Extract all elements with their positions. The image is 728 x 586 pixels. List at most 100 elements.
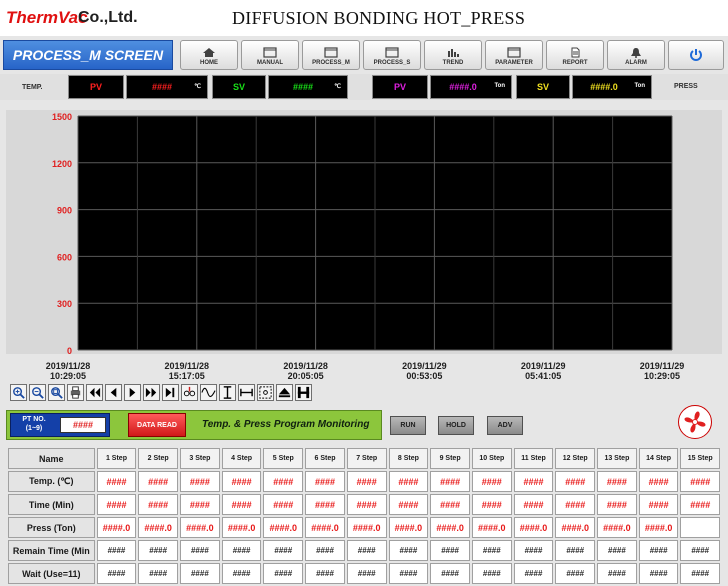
table-cell[interactable]: #### [513, 540, 554, 561]
run-button[interactable]: RUN [390, 416, 426, 435]
table-cell[interactable]: ####.0 [138, 517, 179, 538]
table-cell[interactable]: #### [388, 494, 429, 515]
nav-manual-button[interactable]: MANUAL [241, 40, 299, 70]
table-cell[interactable]: #### [263, 540, 304, 561]
table-cell[interactable]: #### [555, 471, 596, 492]
table-cell[interactable]: #### [96, 494, 137, 515]
table-cell[interactable]: #### [138, 494, 179, 515]
table-cell[interactable]: #### [180, 563, 220, 584]
toolbar-button-10[interactable] [200, 384, 217, 401]
table-cell[interactable]: #### [180, 471, 220, 492]
table-cell[interactable]: #### [430, 471, 470, 492]
toolbar-button-9[interactable] [181, 384, 198, 401]
toolbar-button-3[interactable] [67, 384, 84, 401]
table-cell[interactable]: ####.0 [388, 517, 429, 538]
table-cell[interactable]: ####.0 [597, 517, 637, 538]
nav-report-button[interactable]: REPORT [546, 40, 604, 70]
table-cell[interactable]: #### [221, 563, 262, 584]
table-cell[interactable]: #### [680, 563, 720, 584]
table-cell[interactable]: #### [597, 471, 637, 492]
table-cell[interactable]: #### [555, 540, 596, 561]
table-cell[interactable]: #### [180, 494, 220, 515]
table-cell[interactable]: #### [221, 471, 262, 492]
toolbar-button-6[interactable] [124, 384, 141, 401]
adv-button[interactable]: ADV [487, 416, 523, 435]
table-cell[interactable]: #### [138, 563, 179, 584]
table-cell[interactable]: #### [388, 540, 429, 561]
table-cell[interactable]: #### [180, 540, 220, 561]
table-cell[interactable]: #### [471, 563, 512, 584]
toolbar-button-4[interactable] [86, 384, 103, 401]
table-cell[interactable]: #### [96, 471, 137, 492]
table-cell[interactable]: #### [346, 494, 387, 515]
table-cell[interactable]: ####.0 [305, 517, 345, 538]
table-cell[interactable]: #### [597, 540, 637, 561]
toolbar-button-1[interactable] [29, 384, 46, 401]
table-cell[interactable]: #### [221, 494, 262, 515]
table-cell[interactable]: ####.0 [180, 517, 220, 538]
toolbar-button-15[interactable] [295, 384, 312, 401]
nav-home-button[interactable]: HOME [180, 40, 238, 70]
toolbar-button-11[interactable] [219, 384, 236, 401]
table-cell[interactable]: #### [346, 471, 387, 492]
table-cell[interactable]: ####.0 [221, 517, 262, 538]
power-button[interactable] [668, 40, 724, 70]
table-cell[interactable]: #### [638, 471, 679, 492]
table-cell[interactable]: #### [388, 563, 429, 584]
table-cell[interactable]: #### [513, 494, 554, 515]
table-cell[interactable]: #### [430, 563, 470, 584]
table-cell[interactable]: #### [305, 563, 345, 584]
table-cell[interactable]: #### [430, 540, 470, 561]
toolbar-button-2[interactable] [48, 384, 65, 401]
table-cell[interactable]: ####.0 [555, 517, 596, 538]
table-cell[interactable]: #### [96, 540, 137, 561]
table-cell[interactable]: #### [346, 563, 387, 584]
table-cell[interactable]: #### [388, 471, 429, 492]
table-cell[interactable]: #### [138, 540, 179, 561]
table-cell[interactable]: #### [305, 540, 345, 561]
table-cell[interactable]: #### [305, 471, 345, 492]
table-cell[interactable]: #### [430, 494, 470, 515]
table-cell[interactable]: ####.0 [430, 517, 470, 538]
toolbar-button-7[interactable] [143, 384, 160, 401]
toolbar-button-0[interactable] [10, 384, 27, 401]
table-cell[interactable]: #### [138, 471, 179, 492]
table-cell[interactable]: ####.0 [96, 517, 137, 538]
toolbar-button-13[interactable] [257, 384, 274, 401]
table-cell[interactable]: #### [680, 494, 720, 515]
table-cell[interactable]: #### [221, 540, 262, 561]
table-cell[interactable]: ####.0 [638, 517, 679, 538]
nav-process-m-button[interactable]: PROCESS_M [302, 40, 360, 70]
trend-chart[interactable]: 0 300 600 900 1200 1500 2019/11/28 10:29:05 2019… [6, 110, 722, 382]
table-cell[interactable]: #### [471, 471, 512, 492]
table-cell[interactable]: #### [638, 540, 679, 561]
table-cell[interactable]: #### [471, 494, 512, 515]
toolbar-button-5[interactable] [105, 384, 122, 401]
table-cell[interactable]: #### [513, 563, 554, 584]
pt-no-input[interactable]: #### [60, 417, 106, 433]
table-cell[interactable]: #### [346, 540, 387, 561]
table-cell[interactable]: #### [638, 494, 679, 515]
table-cell[interactable]: #### [263, 494, 304, 515]
nav-trend-button[interactable]: TREND [424, 40, 482, 70]
toolbar-button-14[interactable] [276, 384, 293, 401]
nav-process-s-button[interactable]: PROCESS_S [363, 40, 421, 70]
table-cell[interactable]: #### [680, 471, 720, 492]
table-cell[interactable]: ####.0 [263, 517, 304, 538]
table-cell[interactable]: #### [680, 540, 720, 561]
nav-parameter-button[interactable]: PARAMETER [485, 40, 543, 70]
table-cell[interactable]: #### [638, 563, 679, 584]
hold-button[interactable]: HOLD [438, 416, 474, 435]
table-cell[interactable]: #### [471, 540, 512, 561]
table-cell[interactable]: ####.0 [346, 517, 387, 538]
table-cell[interactable]: #### [555, 494, 596, 515]
data-read-button[interactable]: DATA READ [128, 413, 186, 437]
toolbar-button-8[interactable] [162, 384, 179, 401]
table-cell[interactable]: #### [96, 563, 137, 584]
table-cell[interactable]: #### [597, 563, 637, 584]
table-cell[interactable]: #### [263, 471, 304, 492]
table-cell[interactable]: #### [305, 494, 345, 515]
nav-alarm-button[interactable]: ALARM [607, 40, 665, 70]
table-cell[interactable]: #### [555, 563, 596, 584]
toolbar-button-12[interactable] [238, 384, 255, 401]
